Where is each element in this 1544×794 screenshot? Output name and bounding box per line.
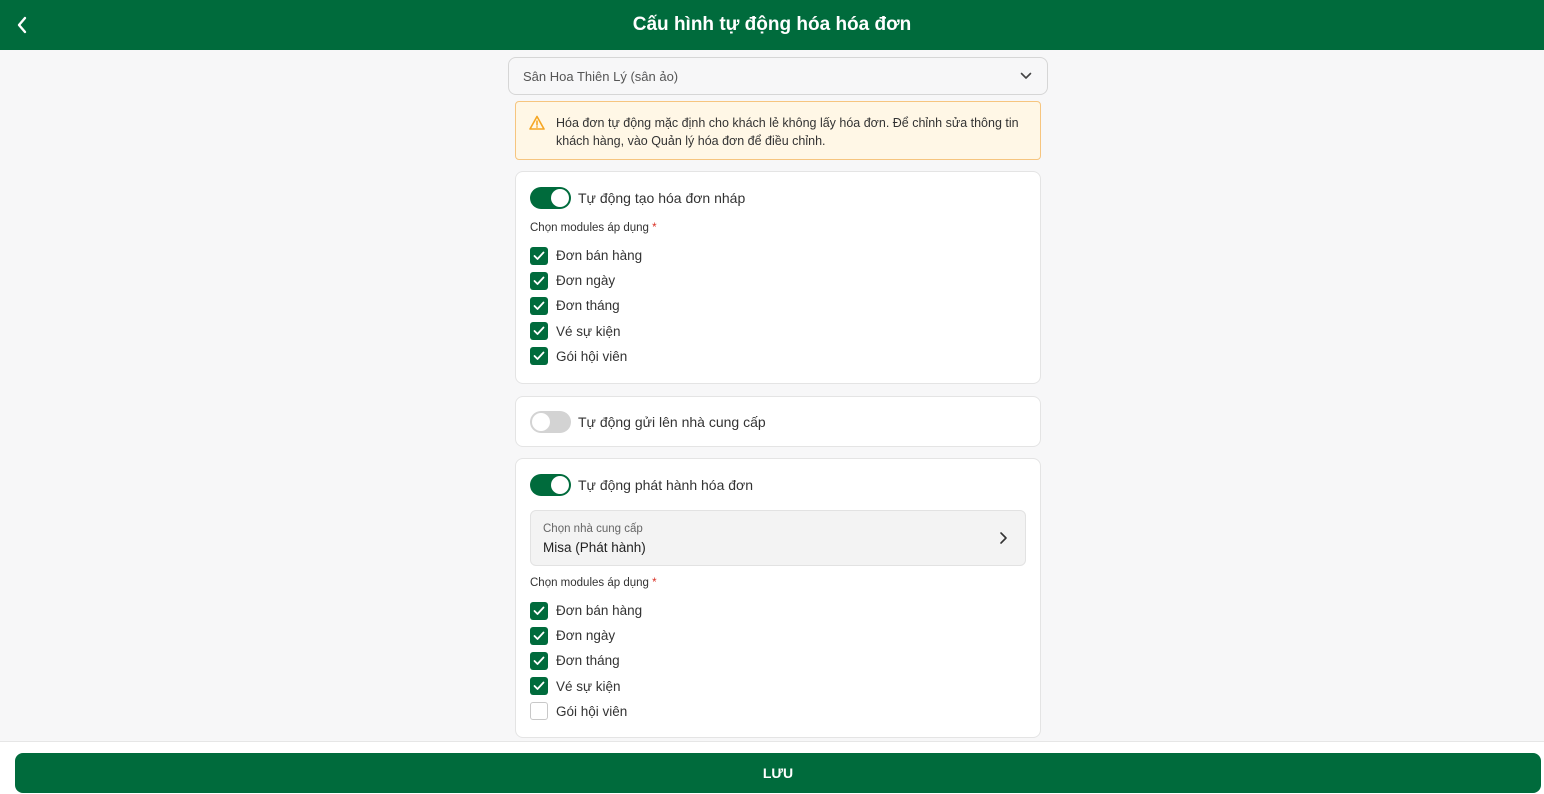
check-icon <box>533 326 545 336</box>
module-label: Đơn ngày <box>556 273 616 289</box>
issue-invoice-card: Tự động phát hành hóa đơn Chọn nhà cung … <box>515 458 1041 738</box>
chevron-down-icon <box>1019 69 1033 83</box>
issue-module-item[interactable]: Đơn ngày <box>530 623 642 648</box>
module-label: Đơn tháng <box>556 298 620 314</box>
toggle-knob <box>532 413 550 431</box>
checkbox[interactable] <box>530 702 548 721</box>
venue-select[interactable]: Sân Hoa Thiên Lý (sân ảo) <box>508 57 1048 95</box>
venue-select-value: Sân Hoa Thiên Lý (sân ảo) <box>523 68 679 84</box>
check-icon <box>533 301 545 310</box>
provider-caption: Chọn nhà cung cấp <box>543 523 643 535</box>
module-label: Đơn bán hàng <box>556 248 643 264</box>
chevron-right-icon <box>1000 532 1007 544</box>
checkbox[interactable] <box>530 677 548 696</box>
check-icon <box>533 351 545 361</box>
checkbox[interactable] <box>530 347 548 366</box>
module-label: Đơn ngày <box>556 628 616 644</box>
issue-toggle-row: Tự động phát hành hóa đơn <box>530 474 753 496</box>
check-icon <box>533 681 545 691</box>
required-mark: * <box>652 222 657 234</box>
checkbox[interactable] <box>530 246 548 265</box>
draft-module-item[interactable]: Đơn bán hàng <box>530 243 642 268</box>
draft-module-item[interactable]: Đơn ngày <box>530 268 642 293</box>
issue-modules-label: Chọn modules áp dụng * <box>530 577 657 589</box>
check-icon <box>533 631 545 640</box>
checkbox[interactable] <box>530 601 548 620</box>
draft-module-item[interactable]: Vé sự kiện <box>530 319 642 344</box>
checkbox[interactable] <box>530 271 548 290</box>
draft-modules-label-text: Chọn modules áp dụng <box>530 222 649 234</box>
module-label: Vé sự kiện <box>556 678 621 694</box>
issue-modules-label-text: Chọn modules áp dụng <box>530 577 649 589</box>
warning-triangle-icon <box>529 115 545 130</box>
module-label: Đơn bán hàng <box>556 603 643 619</box>
info-alert: Hóa đơn tự động mặc định cho khách lẻ kh… <box>515 101 1041 160</box>
send-toggle-label: Tự động gửi lên nhà cung cấp <box>578 414 766 430</box>
alert-line-2: khách hàng, vào Quản lý hóa đơn để điều … <box>556 134 826 148</box>
issue-modules-list: Đơn bán hàng Đơn ngày Đơn tháng Vé sự ki… <box>530 598 642 724</box>
issue-toggle-label: Tự động phát hành hóa đơn <box>578 477 754 493</box>
check-icon <box>533 606 545 615</box>
module-label: Đơn tháng <box>556 653 620 669</box>
issue-module-item[interactable]: Đơn bán hàng <box>530 598 642 623</box>
issue-module-item[interactable]: Đơn tháng <box>530 648 642 673</box>
send-toggle-row: Tự động gửi lên nhà cung cấp <box>530 411 766 433</box>
checkbox[interactable] <box>530 626 548 645</box>
checkbox[interactable] <box>530 296 548 315</box>
required-mark: * <box>652 577 657 589</box>
draft-toggle-label: Tự động tạo hóa đơn nháp <box>578 190 746 206</box>
check-icon <box>533 276 545 285</box>
module-label: Gói hội viên <box>556 703 628 719</box>
check-icon <box>533 251 545 260</box>
check-icon <box>533 656 545 665</box>
module-label: Gói hội viên <box>556 348 628 364</box>
checkbox[interactable] <box>530 651 548 670</box>
issue-module-item[interactable]: Vé sự kiện <box>530 674 642 699</box>
top-bar: Cấu hình tự động hóa hóa đơn <box>0 0 1544 50</box>
send-toggle[interactable] <box>530 411 571 433</box>
provider-value: Misa (Phát hành) <box>543 540 646 555</box>
checkbox[interactable] <box>530 322 548 341</box>
save-button[interactable]: LƯU <box>15 753 1541 793</box>
issue-toggle[interactable] <box>530 474 571 496</box>
issue-module-item[interactable]: Gói hội viên <box>530 699 642 724</box>
draft-module-item[interactable]: Gói hội viên <box>530 344 642 369</box>
toggle-knob <box>551 189 569 207</box>
draft-modules-label: Chọn modules áp dụng * <box>530 222 657 234</box>
toggle-knob <box>551 476 569 494</box>
provider-selector[interactable]: Chọn nhà cung cấp Misa (Phát hành) <box>530 510 1026 566</box>
send-provider-card: Tự động gửi lên nhà cung cấp <box>515 396 1041 447</box>
module-label: Vé sự kiện <box>556 323 621 339</box>
draft-toggle-row: Tự động tạo hóa đơn nháp <box>530 187 745 209</box>
draft-invoice-card: Tự động tạo hóa đơn nháp Chọn modules áp… <box>515 171 1041 384</box>
footer-bar: LƯU <box>0 741 1544 794</box>
draft-toggle[interactable] <box>530 187 571 209</box>
draft-module-item[interactable]: Đơn tháng <box>530 293 642 318</box>
draft-modules-list: Đơn bán hàng Đơn ngày Đơn tháng Vé sự ki… <box>530 243 642 369</box>
page-title: Cấu hình tự động hóa hóa đơn <box>632 14 912 35</box>
alert-line-1: Hóa đơn tự động mặc định cho khách lẻ kh… <box>556 116 1019 130</box>
